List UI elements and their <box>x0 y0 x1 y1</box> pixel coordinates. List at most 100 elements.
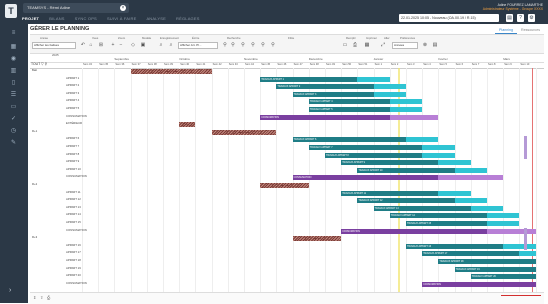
chart-icon[interactable]: ▥ <box>9 68 18 75</box>
task-bar[interactable] <box>487 221 520 226</box>
collapse-icon[interactable]: ⇧ <box>40 295 43 300</box>
tab-ressources[interactable]: Ressources <box>517 27 544 34</box>
task-bar[interactable]: TRAVAUX APPART 1 <box>260 76 358 82</box>
task-label[interactable]: APPART 15 <box>66 220 81 224</box>
nav-bilans[interactable]: BILANS <box>49 15 64 23</box>
task-label[interactable]: APPART 4 <box>66 98 79 102</box>
save-icon[interactable]: ▣ <box>140 42 146 49</box>
nav-sync-ops[interactable]: SYNC OPS <box>75 15 97 23</box>
group-label[interactable]: R+3 <box>32 235 37 239</box>
fill-icon[interactable]: ▭ <box>342 42 348 49</box>
task-label[interactable]: APPART 6 <box>66 136 79 140</box>
task-bar[interactable]: TRAVAUX APPART 7 <box>308 145 423 150</box>
task-bar[interactable] <box>487 213 520 219</box>
goto-icon[interactable]: ⤢ <box>380 42 386 49</box>
clock-icon[interactable]: ◷ <box>9 128 18 135</box>
task-label[interactable]: APPART 11 <box>66 190 81 194</box>
task-label[interactable]: CONSUMATION <box>66 174 87 178</box>
filter-icon-3[interactable]: ⚲ <box>240 42 246 49</box>
task-bar[interactable] <box>438 175 504 181</box>
task-label[interactable]: APPART 8 <box>66 152 79 156</box>
nav-projet[interactable]: PROJET <box>22 15 39 23</box>
calendar-goto-icon[interactable]: ▦ <box>364 42 370 49</box>
task-label[interactable]: EXTÉRIEUR <box>66 121 82 125</box>
task-label[interactable]: APPART 13 <box>66 205 81 209</box>
task-bar[interactable] <box>422 145 455 150</box>
help-icon[interactable]: ? <box>517 14 524 22</box>
blocked-period[interactable] <box>179 122 196 128</box>
blocked-period[interactable] <box>260 183 309 188</box>
task-label[interactable]: CONSUMATION <box>66 228 87 232</box>
task-bar[interactable]: TRAVAUX APPART 17 <box>422 251 520 257</box>
date-field[interactable]: 22.01.2025 10:05 - Nouveau (OA.00.19 / R… <box>399 14 499 22</box>
expand-icon[interactable]: ⇕ <box>33 295 36 300</box>
task-bar[interactable]: TRAVAUX APPART 15 <box>406 221 487 226</box>
tools-icon[interactable]: ✎ <box>9 140 18 147</box>
task-label[interactable]: APPART 17 <box>66 250 81 254</box>
task-bar[interactable]: TRAVAUX APPART 19 <box>454 266 536 272</box>
task-bar[interactable]: CONSUMATION <box>341 228 487 234</box>
folder-icon[interactable]: ▭ <box>9 104 18 111</box>
display-select[interactable]: Années <box>392 42 418 49</box>
task-bar[interactable]: TRAVAUX APPART 5 <box>308 107 390 112</box>
task-bar[interactable]: CONSUMATION <box>292 175 439 181</box>
task-bar[interactable]: TRAVAUX APPART 16 <box>406 243 504 249</box>
calendar-icon[interactable]: ▦ <box>9 44 18 51</box>
milestone-marker[interactable] <box>524 136 528 160</box>
undo-icon[interactable]: ↶ <box>80 42 86 49</box>
footer-print-icon[interactable]: ⎙ <box>47 295 50 300</box>
blocked-period[interactable] <box>292 236 342 242</box>
app-logo[interactable]: T <box>5 4 17 18</box>
task-bar[interactable]: TRAVAUX APPART 9 <box>341 160 439 166</box>
task-label[interactable]: CONSUMATION <box>66 281 87 285</box>
list-icon[interactable]: ☰ <box>9 92 18 99</box>
task-label[interactable]: APPART 14 <box>66 212 81 216</box>
nav-suivi[interactable]: SUIVI À FAIRE <box>107 15 137 23</box>
task-bar[interactable]: TRAVAUX APPART 10 <box>357 167 455 173</box>
year-select[interactable]: Afficher les balises <box>32 42 76 49</box>
task-bar[interactable] <box>487 228 536 234</box>
task-bar[interactable] <box>389 99 423 105</box>
nav-reglages[interactable]: RÉGLAGES <box>176 15 200 23</box>
task-label[interactable]: APPART 20 <box>66 273 81 277</box>
zoom-out-icon[interactable]: − <box>118 42 124 49</box>
task-bar[interactable]: TRAVAUX APPART 11 <box>341 190 439 196</box>
reset-icon[interactable]: ⊗ <box>422 42 428 49</box>
user-info[interactable]: Adine FOURREZ LAMARTHE Administrateur Sy… <box>483 3 543 11</box>
task-bar[interactable] <box>389 107 423 112</box>
task-label[interactable]: APPART 2 <box>66 83 79 87</box>
task-label[interactable]: APPART 5 <box>66 106 79 110</box>
task-label[interactable]: APPART 12 <box>66 197 81 201</box>
task-bar[interactable]: TRAVAUX APPART 12 <box>357 198 455 204</box>
task-label[interactable]: CONSUMATION <box>66 114 87 118</box>
menu-icon[interactable]: ≡ <box>9 30 18 37</box>
task-bar[interactable]: CONSUMATION <box>422 281 536 287</box>
task-bar[interactable]: TRAVAUX APPART 13 <box>373 205 471 211</box>
view-icon[interactable]: ⊞ <box>98 42 104 49</box>
task-bar[interactable] <box>438 190 471 196</box>
task-bar[interactable]: TRAVAUX APPART 6 <box>292 137 406 143</box>
model-icon[interactable]: ◇ <box>130 42 136 49</box>
milestone-marker[interactable] <box>524 227 528 251</box>
task-bar[interactable] <box>470 205 504 211</box>
task-bar[interactable] <box>373 91 406 97</box>
blocked-period[interactable] <box>211 129 277 135</box>
nav-analyse[interactable]: ANALYSE <box>146 15 166 23</box>
zoom-in-icon[interactable]: + <box>110 42 116 49</box>
print-icon[interactable]: ⎙ <box>352 42 358 49</box>
task-bar[interactable] <box>519 251 536 257</box>
task-bar[interactable]: TRAVAUX APPART 20 <box>470 274 536 280</box>
task-bar[interactable]: TRAVAUX APPART 2 <box>276 84 374 90</box>
group-label[interactable]: R+1 <box>32 129 37 133</box>
task-label[interactable]: APPART 10 <box>66 167 81 171</box>
tab-planning[interactable]: Planning <box>495 27 518 34</box>
task-bar[interactable]: TRAVAUX APPART 8 <box>325 152 423 158</box>
task-bar[interactable]: TRAVAUX APPART 18 <box>438 259 536 264</box>
filter-icon-4[interactable]: ⚲ <box>250 42 256 49</box>
task-label[interactable]: APPART 1 <box>66 76 79 80</box>
task-label[interactable]: APPART 7 <box>66 144 79 148</box>
filter-icon-2[interactable]: ⚲ <box>230 42 236 49</box>
home-icon[interactable]: ⌂ <box>88 42 94 49</box>
blocked-period[interactable] <box>130 69 212 74</box>
task-label[interactable]: APPART 3 <box>66 91 79 95</box>
